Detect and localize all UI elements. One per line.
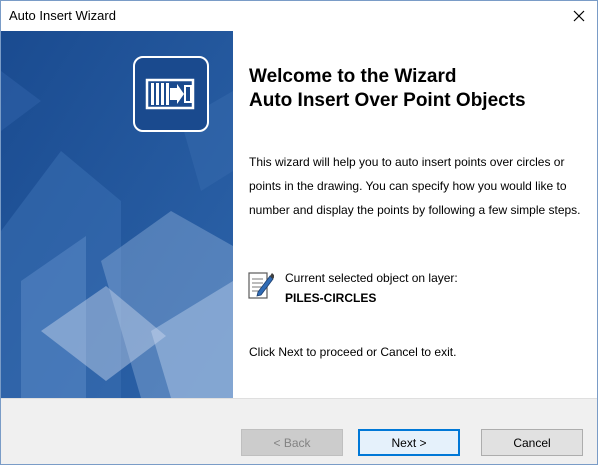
wizard-logo-icon [133,56,209,132]
close-button[interactable] [561,1,597,31]
button-bar: < Back Next > Cancel [1,398,597,464]
heading-line-1: Welcome to the Wizard [249,66,457,87]
layer-label: Current selected object on layer: [285,271,458,285]
heading-line-2: Auto Insert Over Point Objects [249,90,526,111]
cancel-button[interactable]: Cancel [481,429,583,456]
window-title: Auto Insert Wizard [9,8,116,23]
document-pencil-icon [248,272,274,299]
page-title: Welcome to the Wizard Auto Insert Over P… [249,65,526,113]
wizard-description: This wizard will help you to auto insert… [249,155,581,217]
instruction-text: Click Next to proceed or Cancel to exit. [249,345,457,359]
wizard-window: Auto Insert Wizard Welcome to the Wizard… [0,0,598,465]
title-bar: Auto Insert Wizard [1,1,597,31]
wizard-content: Welcome to the Wizard Auto Insert Over P… [233,31,597,398]
close-icon [573,10,585,22]
layer-value: PILES-CIRCLES [285,291,377,305]
next-button[interactable]: Next > [358,429,460,456]
wizard-banner [1,31,233,398]
back-button[interactable]: < Back [241,429,343,456]
